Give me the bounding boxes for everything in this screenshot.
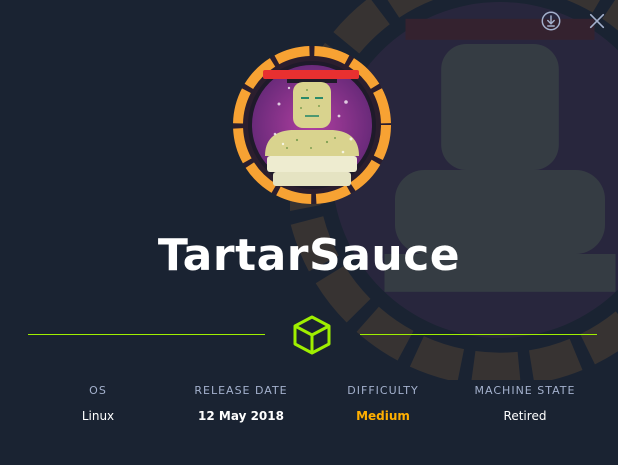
- close-icon[interactable]: [584, 8, 610, 34]
- cube-icon: [293, 315, 331, 355]
- divider-left: [28, 334, 265, 335]
- window-actions: [538, 8, 610, 34]
- stat-label-release-date: RELEASE DATE: [194, 384, 288, 397]
- stat-value-machine-state: Retired: [503, 409, 547, 423]
- stat-value-release-date: 12 May 2018: [198, 409, 284, 423]
- machine-profile-card: TartarSauce OS Linux RELEASE DATE 12 May…: [0, 0, 618, 465]
- download-icon[interactable]: [538, 8, 564, 34]
- divider-right: [360, 334, 597, 335]
- machine-name: TartarSauce: [157, 230, 461, 281]
- stat-label-machine-state: MACHINE STATE: [474, 384, 576, 397]
- stat-label-difficulty: DIFFICULTY: [347, 384, 419, 397]
- stat-label-os: OS: [89, 384, 107, 397]
- stat-machine-state: MACHINE STATE Retired: [445, 384, 605, 423]
- stat-os: OS Linux: [18, 384, 178, 423]
- stat-release-date: RELEASE DATE 12 May 2018: [161, 384, 321, 423]
- stat-value-os: Linux: [81, 409, 115, 423]
- machine-avatar: [233, 46, 391, 204]
- difficulty-badge: Medium: [356, 409, 410, 423]
- stat-difficulty: DIFFICULTY Medium: [303, 384, 463, 423]
